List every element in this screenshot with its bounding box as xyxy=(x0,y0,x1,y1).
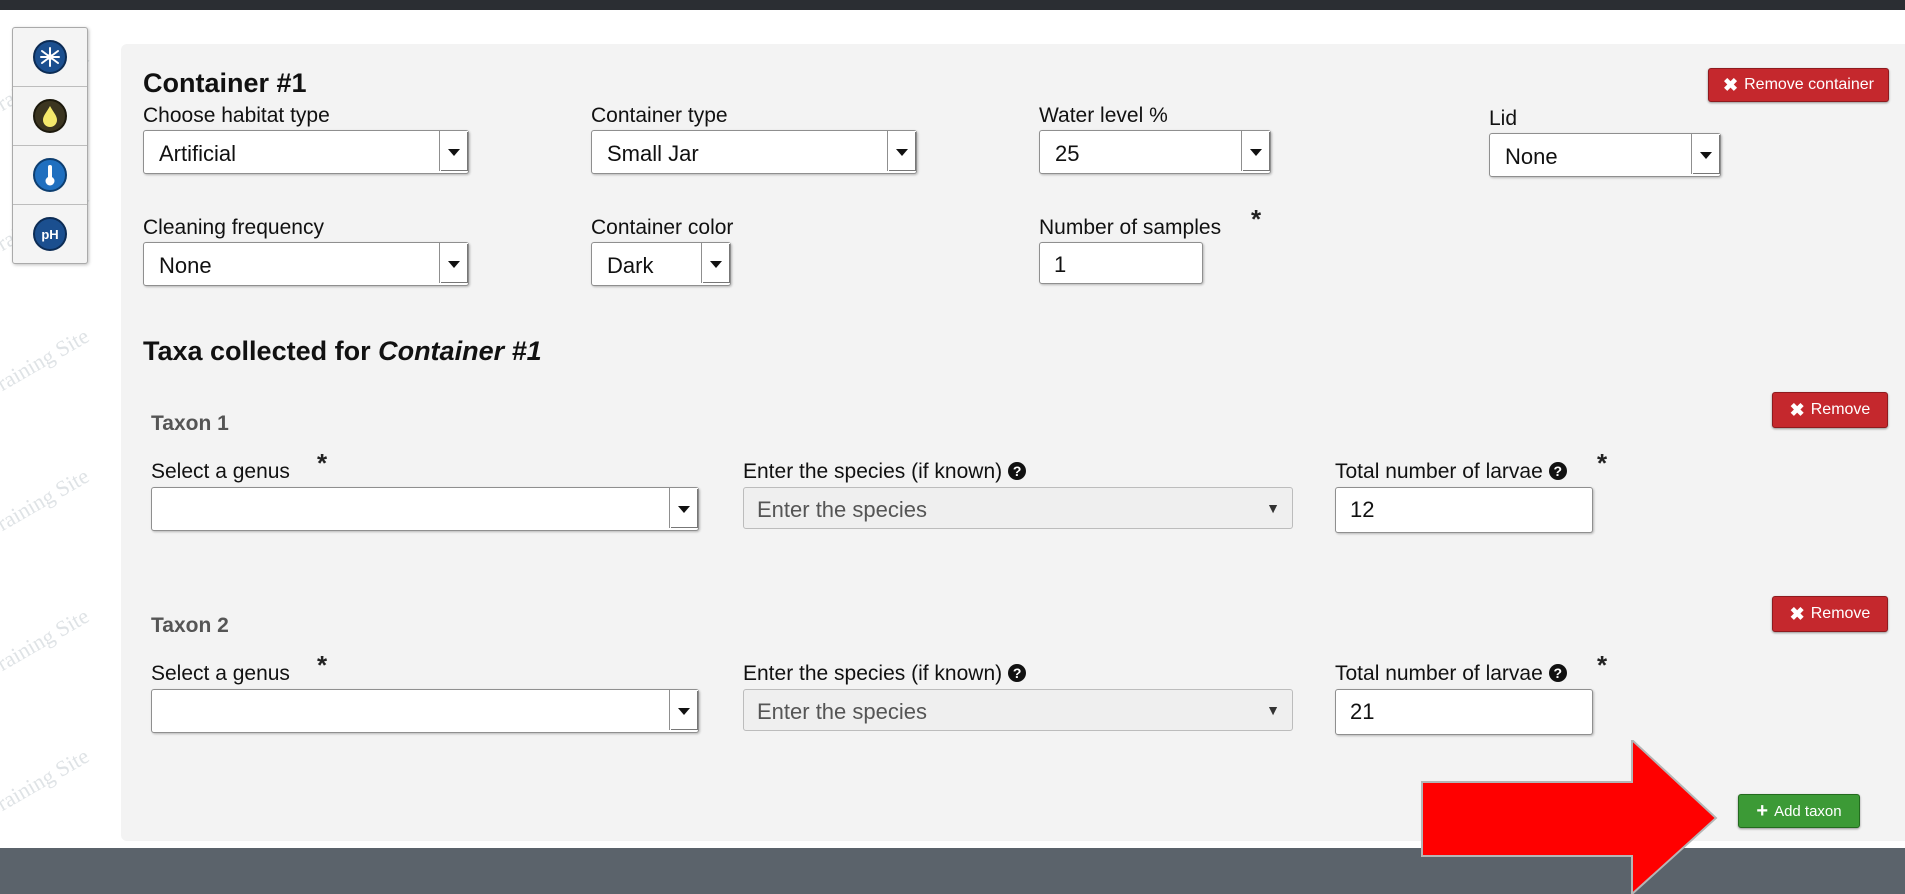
info-icon[interactable]: ? xyxy=(1548,462,1567,480)
lid-label: Lid xyxy=(1489,107,1518,130)
species-label: Enter the species (if known)? xyxy=(743,460,1027,484)
chevron-down-icon xyxy=(439,243,468,283)
species-label: Enter the species (if known)? xyxy=(743,662,1027,686)
ph-icon: pH xyxy=(33,217,67,251)
tool-ph[interactable]: pH xyxy=(13,205,87,263)
chevron-down-icon xyxy=(439,131,468,171)
mosquito-icon xyxy=(33,40,67,74)
taxon-title: Taxon 1 xyxy=(151,412,229,435)
samples-input[interactable]: 1 xyxy=(1039,242,1203,284)
top-bar xyxy=(0,0,1905,10)
caret-down-icon: ▼ xyxy=(1266,500,1280,516)
side-toolbar: pH xyxy=(12,27,88,264)
svg-text:pH: pH xyxy=(41,227,58,242)
add-taxon-button[interactable]: + Add taxon xyxy=(1738,794,1860,828)
remove-icon: ✖ xyxy=(1789,399,1805,420)
species-select[interactable]: Enter the species ▼ xyxy=(743,689,1293,731)
water-drop-icon xyxy=(33,99,67,133)
larvae-label: Total number of larvae? xyxy=(1335,460,1567,484)
required-marker: * xyxy=(1251,204,1262,234)
tool-mosquito[interactable] xyxy=(13,28,87,87)
tool-temperature[interactable] xyxy=(13,146,87,205)
cleaning-label: Cleaning frequency xyxy=(143,216,324,239)
container-title: Container #1 xyxy=(143,68,307,98)
genus-select[interactable] xyxy=(151,487,699,531)
red-arrow-annotation xyxy=(1421,740,1718,894)
chevron-down-icon xyxy=(1691,134,1720,174)
remove-container-button[interactable]: ✖ Remove container xyxy=(1708,68,1889,102)
required-marker: * xyxy=(317,650,328,680)
taxon-title: Taxon 2 xyxy=(151,614,229,637)
genus-label: Select a genus xyxy=(151,662,290,685)
info-icon[interactable]: ? xyxy=(1008,664,1027,682)
habitat-select[interactable]: Artificial xyxy=(143,130,469,174)
container-type-label: Container type xyxy=(591,104,728,127)
tool-water[interactable] xyxy=(13,87,87,146)
lid-select[interactable]: None xyxy=(1489,133,1721,177)
remove-taxon-button[interactable]: ✖ Remove xyxy=(1772,392,1888,428)
chevron-down-icon xyxy=(669,690,698,730)
cleaning-frequency-select[interactable]: None xyxy=(143,242,469,286)
larvae-count-input[interactable]: 21 xyxy=(1335,689,1593,735)
container-color-label: Container color xyxy=(591,216,734,239)
water-level-label: Water level % xyxy=(1039,104,1168,127)
plus-icon: + xyxy=(1756,799,1769,822)
chevron-down-icon xyxy=(669,488,698,528)
container-color-select[interactable]: Dark xyxy=(591,242,731,286)
genus-label: Select a genus xyxy=(151,460,290,483)
required-marker: * xyxy=(1597,650,1608,680)
habitat-label: Choose habitat type xyxy=(143,104,330,127)
required-marker: * xyxy=(1597,448,1608,478)
remove-icon: ✖ xyxy=(1789,603,1805,624)
caret-down-icon: ▼ xyxy=(1266,702,1280,718)
water-level-select[interactable]: 25 xyxy=(1039,130,1271,174)
container-type-select[interactable]: Small Jar xyxy=(591,130,917,174)
genus-select[interactable] xyxy=(151,689,699,733)
required-marker: * xyxy=(317,448,328,478)
chevron-down-icon xyxy=(701,243,730,283)
larvae-label: Total number of larvae? xyxy=(1335,662,1567,686)
container-panel: Container #1 ✖ Remove container Choose h… xyxy=(121,44,1905,841)
thermometer-icon xyxy=(33,158,67,192)
species-select[interactable]: Enter the species ▼ xyxy=(743,487,1293,529)
chevron-down-icon xyxy=(887,131,916,171)
taxa-heading: Taxa collected for Container #1 xyxy=(143,336,542,366)
chevron-down-icon xyxy=(1241,131,1270,171)
remove-taxon-button[interactable]: ✖ Remove xyxy=(1772,596,1888,632)
info-icon[interactable]: ? xyxy=(1548,664,1567,682)
remove-icon: ✖ xyxy=(1723,74,1739,95)
samples-label: Number of samples xyxy=(1039,216,1222,239)
info-icon[interactable]: ? xyxy=(1008,462,1027,480)
larvae-count-input[interactable]: 12 xyxy=(1335,487,1593,533)
